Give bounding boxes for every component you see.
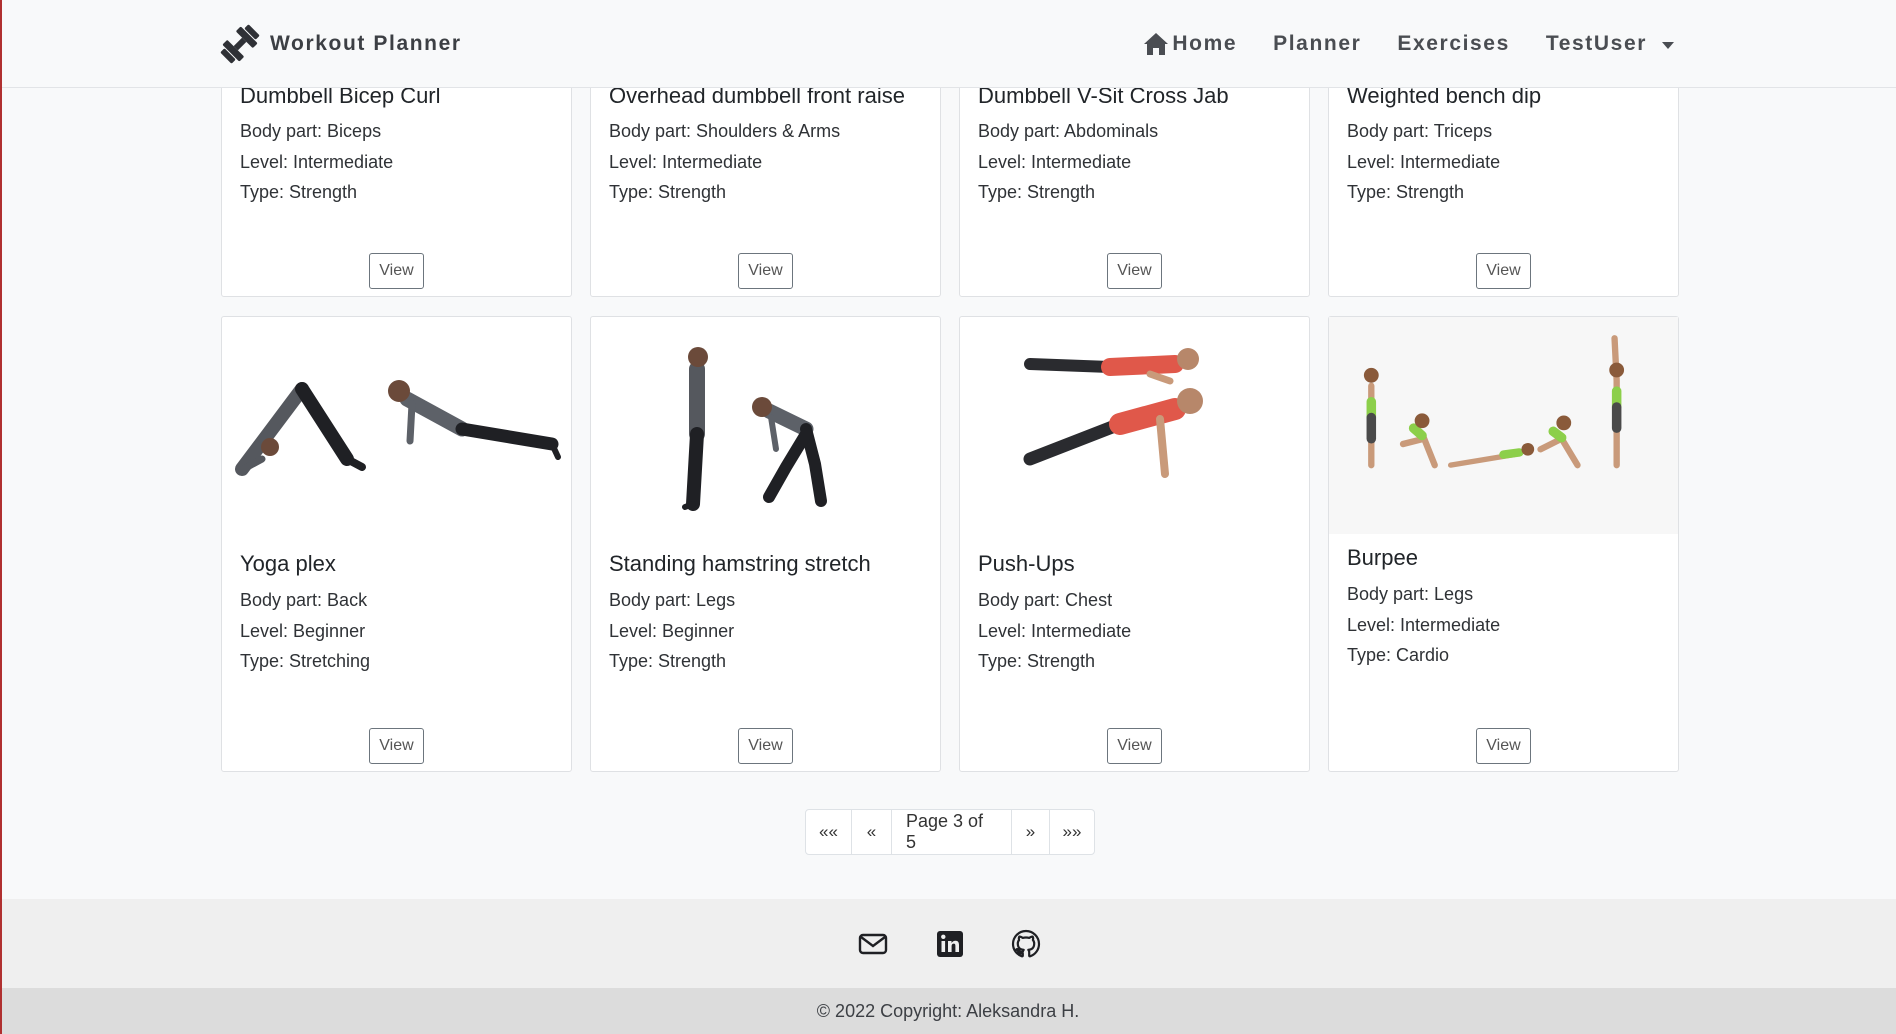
caret-down-icon [1662,41,1674,49]
exercise-body-part: Body part: Back [240,590,368,610]
prev-page-button[interactable]: « [852,810,892,854]
exercise-level: Level: Intermediate [240,152,394,172]
envelope-icon[interactable] [858,929,888,959]
exercise-level: Level: Intermediate [609,152,763,172]
exercise-card: Burpee Body part: Legs Level: Intermedia… [1328,316,1679,772]
exercise-type: Type: Strength [609,182,727,202]
home-icon [1144,33,1169,55]
pagination: «« « Page 3 of 5 » »» [805,809,1095,855]
exercise-level: Level: Intermediate [1347,615,1501,635]
view-button[interactable]: View [1107,728,1162,764]
github-icon[interactable] [1011,929,1041,959]
exercise-body-part: Body part: Abdominals [978,121,1159,141]
exercise-level: Level: Intermediate [978,621,1132,641]
brand-title: Workout Planner [270,32,462,55]
exercise-level: Level: Intermediate [1347,152,1501,172]
copyright-text: © 2022 Copyright: Aleksandra H. [816,1000,1080,1021]
view-button[interactable]: View [738,728,793,764]
exercise-type: Type: Strength [1347,182,1465,202]
hamstring-stretch-illustration [682,347,827,511]
exercise-type: Type: Strength [978,182,1096,202]
nav-home[interactable]: Home [1143,32,1237,56]
view-button[interactable]: View [1476,728,1531,764]
user-dropdown[interactable]: TestUser [1546,32,1674,56]
exercise-body-part: Body part: Chest [978,590,1113,610]
nav-exercises-label: Exercises [1397,32,1510,55]
view-button[interactable]: View [369,253,424,289]
main-nav: Home Planner Exercises TestUser [1143,22,1674,66]
exercise-title: Yoga plex [240,551,336,576]
exercise-body-part: Body part: Legs [609,590,736,610]
push-ups-illustration [1023,348,1203,478]
exercise-card: Yoga plex Body part: Back Level: Beginne… [221,316,572,772]
footer-copyright-bar: © 2022 Copyright: Aleksandra H. [0,988,1896,1034]
view-button[interactable]: View [369,728,424,764]
exercise-type: Type: Strength [609,651,727,671]
nav-planner[interactable]: Planner [1273,32,1361,56]
next-page-button[interactable]: » [1012,810,1050,854]
exercise-body-part: Body part: Shoulders & Arms [609,121,841,141]
first-page-button[interactable]: «« [806,810,852,854]
dumbbell-icon [220,24,260,64]
exercise-level: Level: Beginner [240,621,366,641]
view-button[interactable]: View [1476,253,1531,289]
nav-home-label: Home [1172,32,1238,55]
exercise-body-part: Body part: Biceps [240,121,382,141]
yoga-plex-illustration [235,380,561,476]
linkedin-icon[interactable] [935,929,965,959]
exercise-body-part: Body part: Triceps [1347,121,1493,141]
view-button[interactable]: View [738,253,793,289]
exercise-level: Level: Beginner [609,621,735,641]
user-name: TestUser [1545,32,1647,55]
exercise-card: Push-Ups Body part: Chest Level: Interme… [959,316,1310,772]
exercise-type: Type: Strength [240,182,358,202]
footer-social [0,899,1896,988]
page-indicator: Page 3 of 5 [892,810,1012,854]
exercise-body-part: Body part: Legs [1347,584,1474,604]
burpee-illustration [1329,317,1678,534]
exercise-title: Burpee [1347,545,1418,570]
exercise-type: Type: Stretching [240,651,371,671]
nav-planner-label: Planner [1273,32,1362,55]
exercise-level: Level: Intermediate [978,152,1132,172]
nav-exercises[interactable]: Exercises [1397,32,1510,56]
top-navbar: Workout Planner Home Planner Exercises T… [0,0,1896,88]
exercise-type: Type: Cardio [1347,645,1450,665]
brand-link[interactable]: Workout Planner [218,22,462,66]
view-button[interactable]: View [1107,253,1162,289]
exercise-type: Type: Strength [978,651,1096,671]
last-page-button[interactable]: »» [1050,810,1094,854]
exercise-card: Standing hamstring stretch Body part: Le… [590,316,941,772]
exercise-title: Standing hamstring stretch [609,551,871,576]
window-edge [0,0,2,1034]
exercise-grid: Dumbbell Bicep Curl Body part: Biceps Le… [0,0,1896,780]
exercise-title: Push-Ups [978,551,1075,576]
